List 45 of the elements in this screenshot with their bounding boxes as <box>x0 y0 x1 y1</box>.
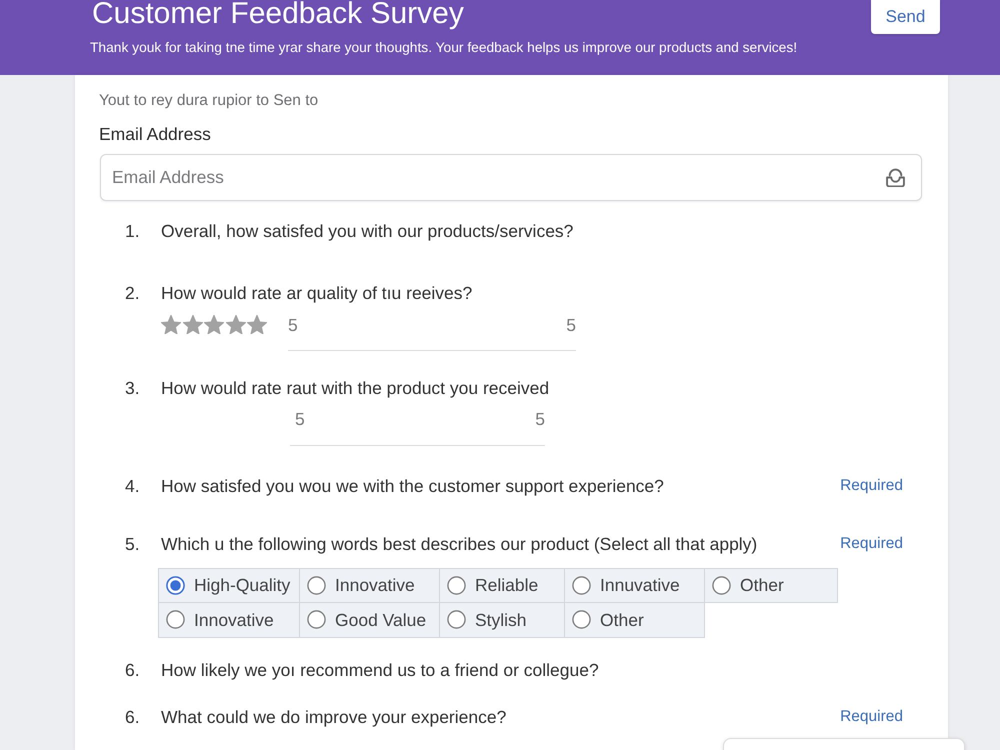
question-number: 2. <box>125 282 141 305</box>
question-number: 3. <box>125 377 141 400</box>
choice-option[interactable]: Innovative <box>300 568 440 602</box>
question-number: 6. <box>125 658 141 682</box>
question-number: 5. <box>125 532 141 556</box>
star-rating[interactable] <box>161 315 267 334</box>
choice-option[interactable]: Other <box>565 602 705 638</box>
choice-option[interactable]: Innovative <box>158 602 300 638</box>
choice-option[interactable]: Innuvative <box>565 568 705 602</box>
email-field[interactable]: Email Address <box>100 154 922 201</box>
question-text: How would rate ar quality of tıu reeives? <box>161 282 474 305</box>
question-number: 6. <box>125 706 141 728</box>
question-number: 4. <box>125 474 141 498</box>
email-label: Email Address <box>99 123 212 145</box>
form-note: Yout to rey dura rupior to Sen to <box>99 91 320 111</box>
scale-min-value: 5 <box>288 314 298 337</box>
inbox-icon <box>886 168 905 187</box>
question-text: Which u the following words best describes our product (Select all that apply) <box>161 532 758 556</box>
choice-option[interactable]: High-Quality <box>158 568 300 602</box>
question-text: What could we do improve your experience? <box>161 706 508 728</box>
question-number: 1. <box>125 220 141 243</box>
survey-subtitle: Thank youk for taking tne time yrar share your thoughts. Your feedback helps us improve our products and services! <box>90 39 798 57</box>
question-text: How satisfed you wou we with the customer support experience? <box>161 474 665 498</box>
scale-field[interactable]: 5 5 <box>290 404 545 446</box>
star-icon <box>161 315 181 334</box>
choice-option[interactable]: Reliable <box>440 568 565 602</box>
question-text: How likely we yoı recommend us to a friend or collegue? <box>161 658 600 682</box>
star-icon <box>247 315 267 334</box>
choice-option[interactable]: Good Value <box>300 602 440 638</box>
survey-title: Customer Feedback Survey <box>92 0 465 28</box>
required-label: Required <box>840 476 903 496</box>
choice-option[interactable]: Other <box>705 568 838 602</box>
scale-min-value: 5 <box>295 408 305 430</box>
question-text: How would rate raut with the product you received <box>161 376 550 400</box>
star-icon <box>204 315 224 334</box>
required-label: Required <box>840 706 903 726</box>
required-label: Required <box>840 534 903 554</box>
star-icon <box>182 315 202 334</box>
scale-field[interactable]: 5 5 <box>288 313 576 351</box>
scale-max-value: 5 <box>535 408 545 430</box>
scale-max-value: 5 <box>566 314 576 337</box>
send-button[interactable]: Send <box>871 0 940 34</box>
choice-option[interactable]: Stylish <box>440 602 565 638</box>
question-text: Overall, how satisfed you with our products/services? <box>161 220 574 243</box>
star-icon <box>226 315 246 334</box>
